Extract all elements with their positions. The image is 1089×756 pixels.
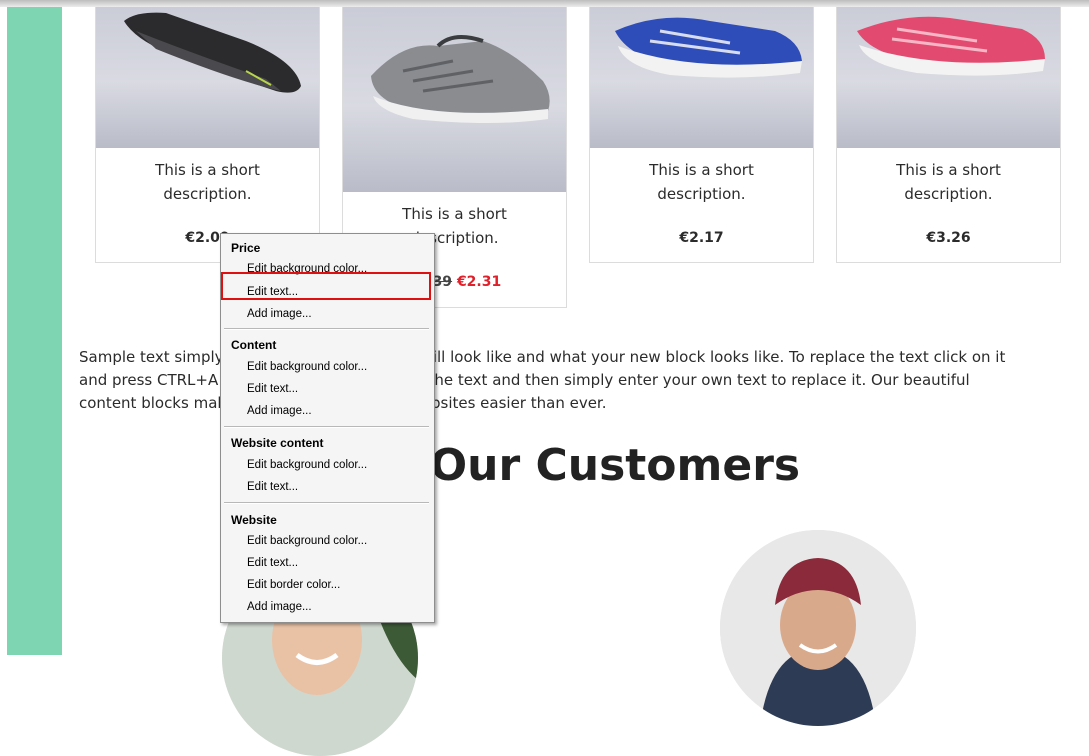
menu-item-price-add-image[interactable]: Add image...: [247, 308, 312, 320]
product-card-1[interactable]: This is a short description. €2.09: [95, 0, 320, 263]
product-card-4[interactable]: This is a short description. €3.26: [836, 0, 1061, 263]
menu-item-website-content-edit-background[interactable]: Edit background color...: [247, 459, 367, 471]
customer-avatar-2: [720, 530, 916, 726]
menu-header-price: Price: [231, 241, 261, 255]
product-image-4: [837, 1, 1060, 148]
product-price-4[interactable]: €3.26: [837, 230, 1060, 246]
menu-item-website-edit-border[interactable]: Edit border color...: [247, 579, 340, 591]
highlight-box-edit-text: [221, 272, 431, 300]
menu-item-website-add-image[interactable]: Add image...: [247, 601, 312, 613]
product-description-3[interactable]: This is a short description.: [590, 158, 813, 206]
product-description-4[interactable]: This is a short description.: [837, 158, 1060, 206]
product-card-3[interactable]: This is a short description. €2.17: [589, 0, 814, 263]
product-sale-price-2: €2.31: [456, 274, 502, 290]
product-image-2: [343, 1, 566, 192]
green-side-band: [7, 0, 62, 655]
window-top-edge: [0, 0, 1089, 7]
product-image-1: [96, 1, 319, 148]
product-image-3: [590, 1, 813, 148]
menu-header-content: Content: [231, 338, 277, 352]
menu-item-website-content-edit-text[interactable]: Edit text...: [247, 481, 298, 493]
menu-item-content-edit-background[interactable]: Edit background color...: [247, 361, 367, 373]
menu-item-website-edit-text[interactable]: Edit text...: [247, 557, 298, 569]
menu-item-content-add-image[interactable]: Add image...: [247, 405, 312, 417]
menu-item-content-edit-text[interactable]: Edit text...: [247, 383, 298, 395]
menu-item-website-edit-background[interactable]: Edit background color...: [247, 535, 367, 547]
menu-separator: [224, 328, 429, 330]
menu-header-website: Website: [231, 513, 277, 527]
product-price-3[interactable]: €2.17: [590, 230, 813, 246]
menu-header-website-content: Website content: [231, 436, 324, 450]
product-description-1[interactable]: This is a short description.: [96, 158, 319, 206]
menu-separator: [224, 426, 429, 428]
window-left-edge: [0, 0, 7, 655]
menu-separator: [224, 502, 429, 504]
